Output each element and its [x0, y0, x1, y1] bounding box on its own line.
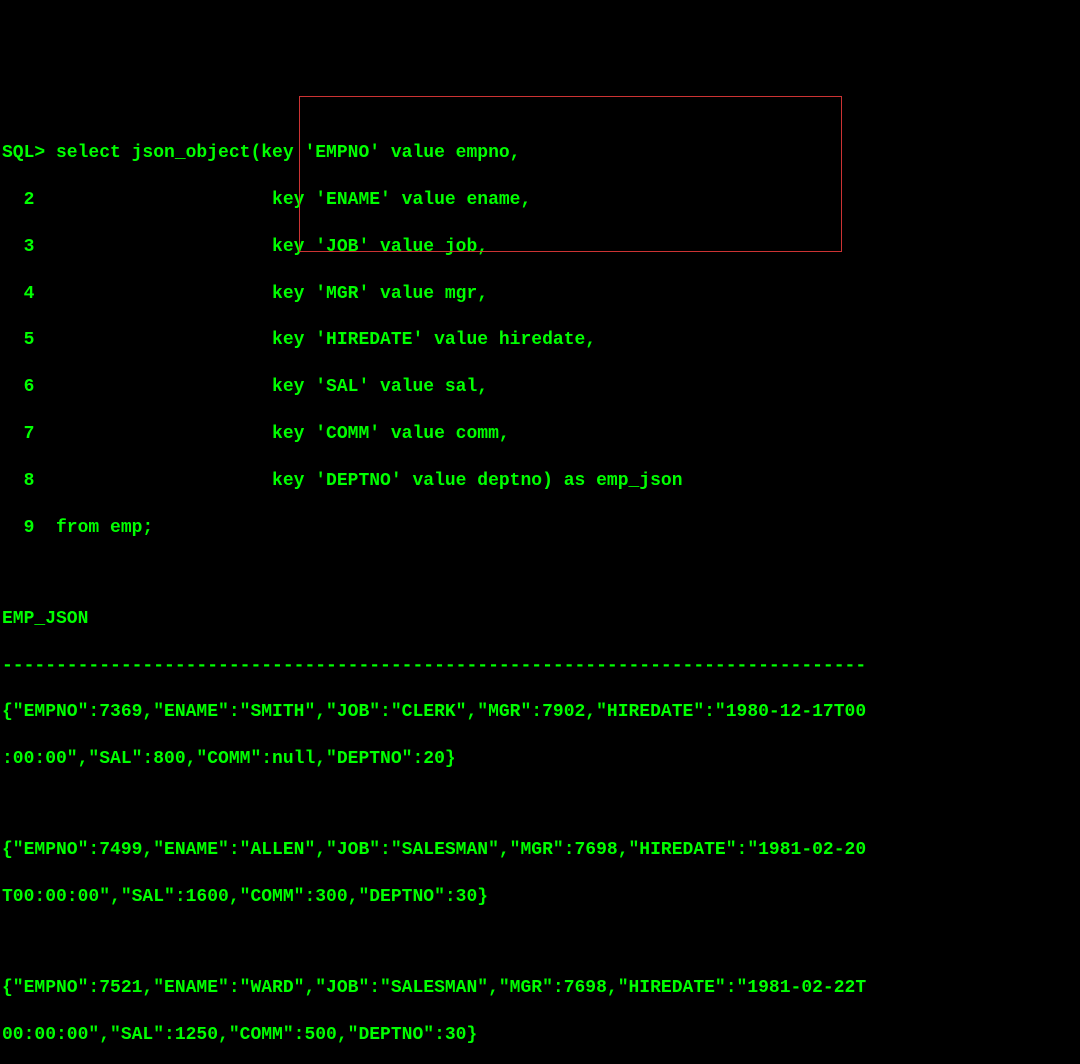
result-row-3b: 00:00:00","SAL":1250,"COMM":500,"DEPTNO"… — [2, 1024, 1078, 1047]
result-row-1b: :00:00","SAL":800,"COMM":null,"DEPTNO":2… — [2, 748, 1078, 771]
result-row-2b: T00:00:00","SAL":1600,"COMM":300,"DEPTNO… — [2, 886, 1078, 909]
result-row-1a: {"EMPNO":7369,"ENAME":"SMITH","JOB":"CLE… — [2, 701, 1078, 724]
result-row-3a: {"EMPNO":7521,"ENAME":"WARD","JOB":"SALE… — [2, 977, 1078, 1000]
sql-query-line-2: 2 key 'ENAME' value ename, — [2, 189, 1078, 212]
sql-query-line-8: 8 key 'DEPTNO' value deptno) as emp_json — [2, 470, 1078, 493]
result-row-2a: {"EMPNO":7499,"ENAME":"ALLEN","JOB":"SAL… — [2, 839, 1078, 862]
sql-query-line-3: 3 key 'JOB' value job, — [2, 236, 1078, 259]
blank-line — [2, 795, 1078, 816]
sql-query-line-1: SQL> select json_object(key 'EMPNO' valu… — [2, 142, 1078, 165]
sql-query-line-7: 7 key 'COMM' value comm, — [2, 423, 1078, 446]
result-separator: ----------------------------------------… — [2, 655, 1078, 678]
sql-terminal[interactable]: SQL> select json_object(key 'EMPNO' valu… — [2, 96, 1078, 1064]
sql-query-line-5: 5 key 'HIREDATE' value hiredate, — [2, 329, 1078, 352]
blank-line — [2, 563, 1078, 584]
blank-line — [2, 933, 1078, 954]
sql-query-line-6: 6 key 'SAL' value sal, — [2, 376, 1078, 399]
query-highlight-box — [299, 96, 842, 252]
sql-query-line-4: 4 key 'MGR' value mgr, — [2, 283, 1078, 306]
sql-query-line-9: 9 from emp; — [2, 517, 1078, 540]
result-column-header: EMP_JSON — [2, 608, 1078, 631]
